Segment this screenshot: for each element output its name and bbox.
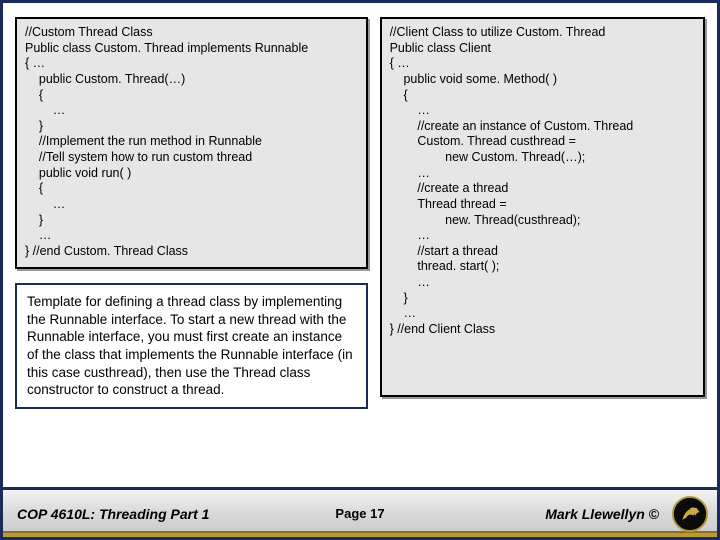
page-number: Page 17 (335, 506, 384, 521)
right-column: //Client Class to utilize Custom. Thread… (380, 17, 705, 487)
author-label: Mark Llewellyn © (545, 506, 659, 522)
slide-footer: COP 4610L: Threading Part 1 Page 17 Mark… (3, 487, 717, 537)
slide-container: //Custom Thread Class Public class Custo… (0, 0, 720, 540)
description-box: Template for defining a thread class by … (15, 283, 368, 408)
course-label: COP 4610L: Threading Part 1 (17, 506, 209, 522)
custom-thread-code: //Custom Thread Class Public class Custo… (15, 17, 368, 269)
ucf-pegasus-logo-icon (671, 495, 709, 533)
left-column: //Custom Thread Class Public class Custo… (15, 17, 368, 487)
content-area: //Custom Thread Class Public class Custo… (3, 3, 717, 487)
client-class-code: //Client Class to utilize Custom. Thread… (380, 17, 705, 397)
